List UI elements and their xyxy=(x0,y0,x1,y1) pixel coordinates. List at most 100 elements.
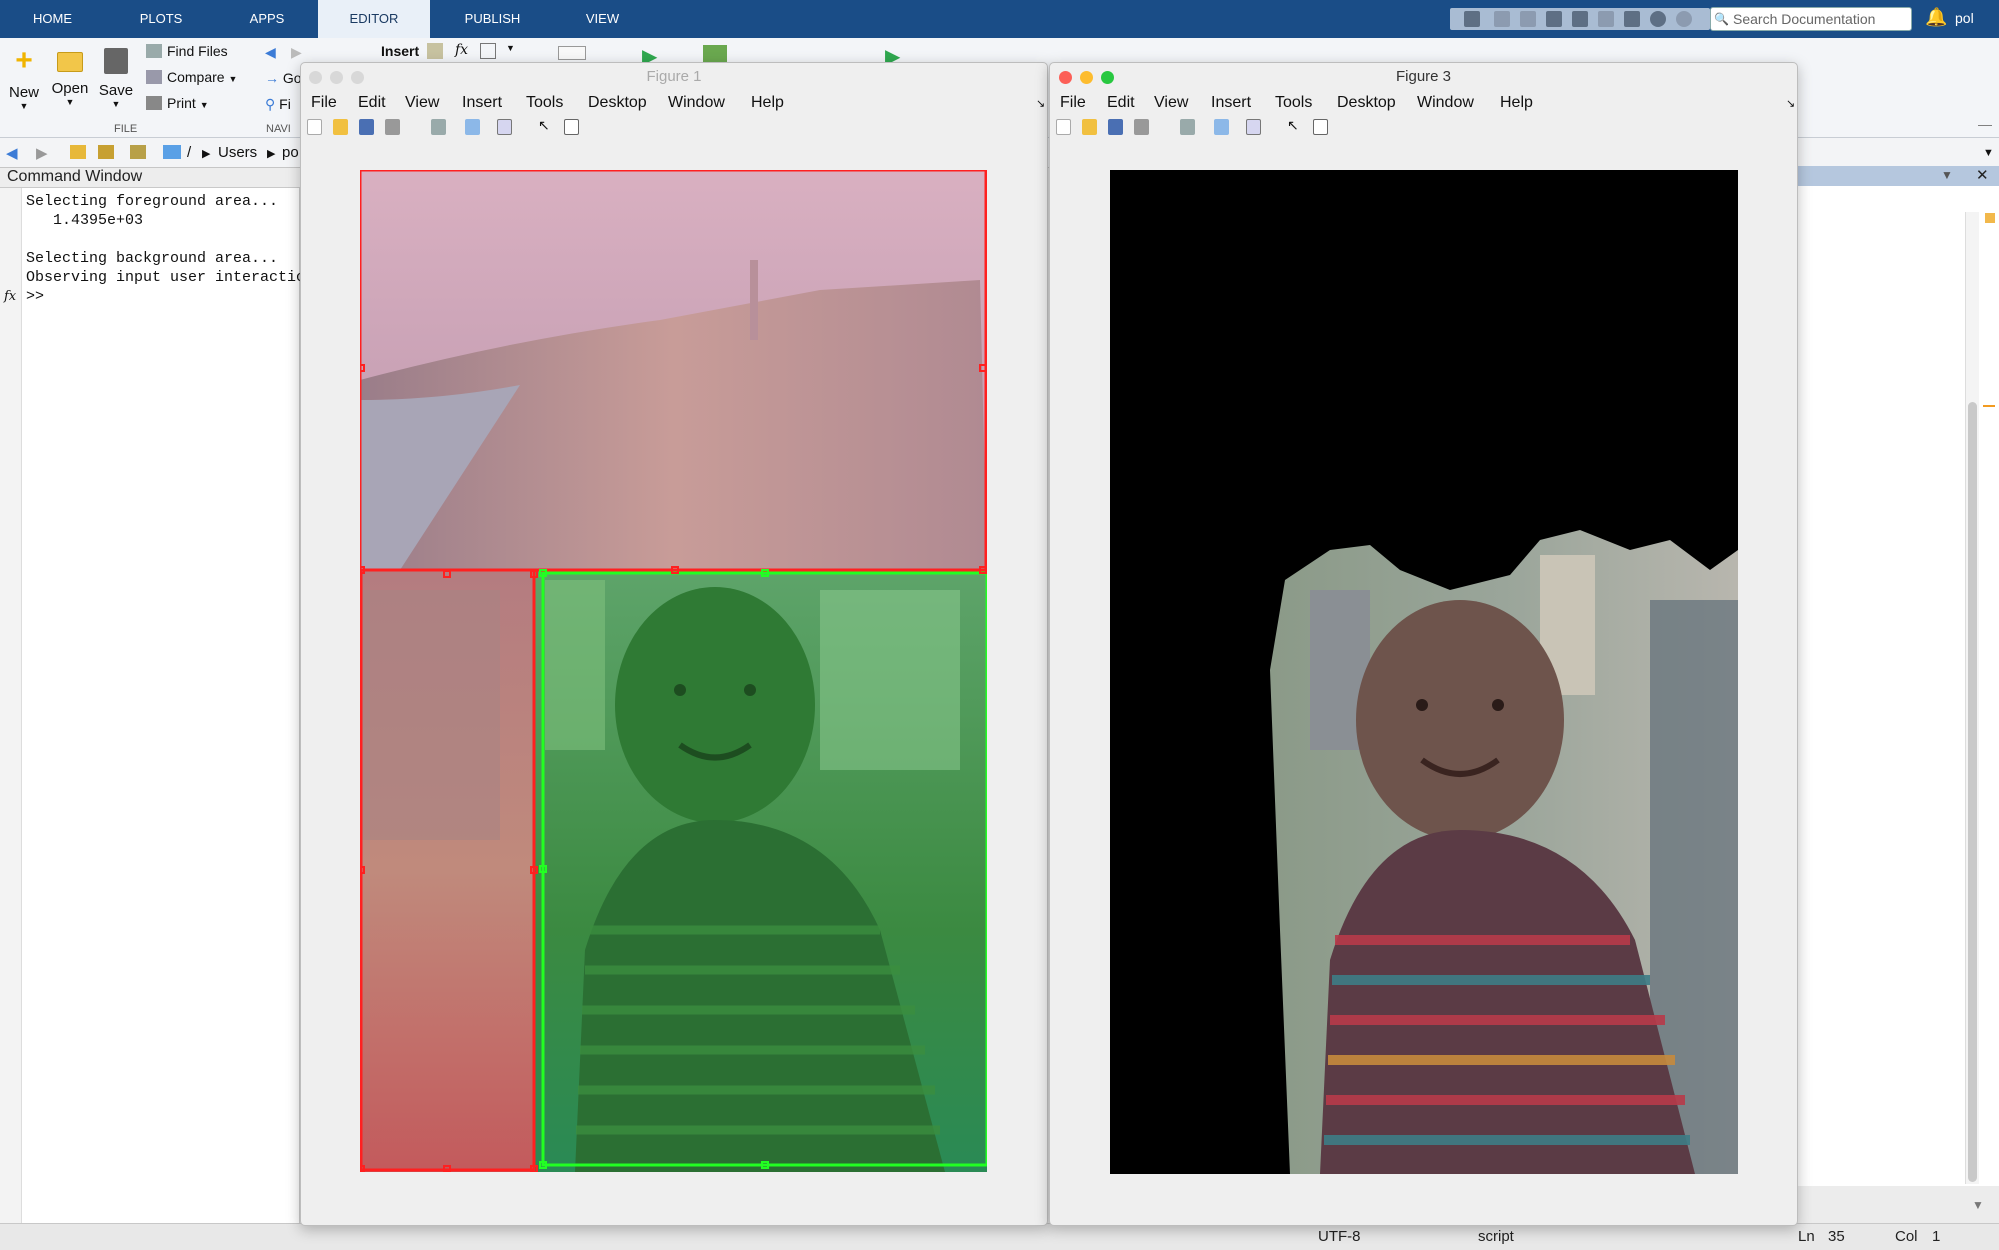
close-window-icon[interactable] xyxy=(309,71,322,84)
back-arrow-icon[interactable]: ◀ xyxy=(265,44,276,61)
search-folder-icon[interactable] xyxy=(130,145,146,159)
scroll-down-icon[interactable]: ▼ xyxy=(1972,1198,1984,1212)
menu-insert[interactable]: Insert xyxy=(462,94,502,112)
paste-icon[interactable] xyxy=(1546,11,1562,27)
open-file-icon[interactable] xyxy=(333,119,348,135)
forward-arrow-icon[interactable]: ▶ xyxy=(291,44,302,61)
go-to-button[interactable]: → Go xyxy=(265,70,302,86)
close-window-icon[interactable] xyxy=(1059,71,1072,84)
tab-plots[interactable]: PLOTS xyxy=(105,0,217,38)
minimize-window-icon[interactable] xyxy=(330,71,343,84)
menu-view[interactable]: View xyxy=(1154,94,1188,112)
forward-icon[interactable]: ▶ xyxy=(36,144,48,162)
menu-view[interactable]: View xyxy=(405,94,439,112)
save-button[interactable]: Save ▼ xyxy=(98,46,134,109)
menu-help[interactable]: Help xyxy=(751,94,784,112)
save-figure-icon[interactable] xyxy=(1108,119,1123,135)
colorbar-icon[interactable] xyxy=(1214,119,1229,135)
menu-desktop[interactable]: Desktop xyxy=(588,94,647,112)
menu-insert[interactable]: Insert xyxy=(1211,94,1251,112)
chevron-down-icon[interactable]: ▼ xyxy=(1983,147,1994,159)
user-menu[interactable]: pol xyxy=(1955,10,1974,26)
comment-icon[interactable] xyxy=(480,43,496,59)
minimize-window-icon[interactable] xyxy=(1080,71,1093,84)
dock-arrow-icon[interactable]: ↘ xyxy=(1036,97,1045,110)
collapse-ribbon-icon[interactable]: ― xyxy=(1978,116,1992,132)
colorbar-icon[interactable] xyxy=(465,119,480,135)
dock-arrow-icon[interactable]: ↘ xyxy=(1786,97,1795,110)
tab-view[interactable]: VIEW xyxy=(555,0,650,38)
copy-icon[interactable] xyxy=(1520,11,1536,27)
menu-edit[interactable]: Edit xyxy=(1107,94,1135,112)
notification-bell-icon[interactable]: 🔔 xyxy=(1925,7,1947,28)
search-documentation-input[interactable]: Search Documentation xyxy=(1710,7,1912,31)
insert-function-icon[interactable]: fx xyxy=(455,42,468,58)
insert-button[interactable]: Insert xyxy=(381,43,419,59)
edit-plot-cursor-icon[interactable]: ↖ xyxy=(1287,117,1302,133)
print-button[interactable]: Print ▼ xyxy=(146,95,209,111)
figure-3-window[interactable]: Figure 3 File Edit View Insert Tools Des… xyxy=(1049,62,1798,1226)
segmented-foreground-image[interactable] xyxy=(1110,170,1738,1174)
panel-options-icon[interactable]: ▼ xyxy=(1941,168,1953,182)
link-plot-icon[interactable] xyxy=(431,119,446,135)
switch-windows-icon[interactable] xyxy=(1624,11,1640,27)
tab-editor[interactable]: EDITOR xyxy=(318,0,430,38)
find-button[interactable]: ⚲ Fi xyxy=(265,96,291,113)
link-plot-icon[interactable] xyxy=(1180,119,1195,135)
print-figure-icon[interactable] xyxy=(1134,119,1149,135)
find-files-button[interactable]: Find Files xyxy=(146,43,228,59)
menu-tools[interactable]: Tools xyxy=(526,94,563,112)
open-button[interactable]: Open ▼ xyxy=(50,46,90,107)
options-icon[interactable] xyxy=(1676,11,1692,27)
path-current[interactable]: po xyxy=(282,144,299,161)
save-icon[interactable] xyxy=(1464,11,1480,27)
edit-plot-cursor-icon[interactable]: ↖ xyxy=(538,117,553,133)
up-folder-icon[interactable] xyxy=(70,145,86,159)
property-inspector-icon[interactable] xyxy=(1313,119,1328,135)
command-window[interactable]: fx Selecting foreground area... 1.4395e+… xyxy=(0,188,301,1223)
fx-icon[interactable]: fx xyxy=(4,289,16,304)
figure-1-image-axes[interactable] xyxy=(360,170,987,1172)
new-button[interactable]: + New ▼ xyxy=(6,46,42,112)
undo-icon[interactable] xyxy=(1572,11,1588,27)
menu-file[interactable]: File xyxy=(1060,94,1086,112)
maximize-window-icon[interactable] xyxy=(1101,71,1114,84)
menu-file[interactable]: File xyxy=(311,94,337,112)
figure-1-window[interactable]: Figure 1 File Edit View Insert Tools Des… xyxy=(300,62,1048,1226)
back-icon[interactable]: ◀ xyxy=(6,144,18,162)
roi-overlay-image[interactable] xyxy=(360,170,987,1172)
new-figure-icon[interactable] xyxy=(307,119,322,135)
menu-edit[interactable]: Edit xyxy=(358,94,386,112)
redo-icon[interactable] xyxy=(1598,11,1614,27)
cut-icon[interactable] xyxy=(1494,11,1510,27)
maximize-window-icon[interactable] xyxy=(351,71,364,84)
menu-window[interactable]: Window xyxy=(668,94,725,112)
tab-home[interactable]: HOME xyxy=(0,0,105,38)
legend-icon[interactable] xyxy=(1246,119,1261,135)
figure-3-segmented-image[interactable] xyxy=(1110,170,1738,1174)
insert-section-icon[interactable] xyxy=(427,43,443,59)
property-inspector-icon[interactable] xyxy=(564,119,579,135)
path-users[interactable]: Users xyxy=(218,144,257,161)
menu-desktop[interactable]: Desktop xyxy=(1337,94,1396,112)
save-figure-icon[interactable] xyxy=(359,119,374,135)
tab-publish[interactable]: PUBLISH xyxy=(430,0,555,38)
path-root[interactable]: / xyxy=(187,144,191,161)
menu-help[interactable]: Help xyxy=(1500,94,1533,112)
close-icon[interactable]: ✕ xyxy=(1976,166,1989,184)
menu-tools[interactable]: Tools xyxy=(1275,94,1312,112)
dropdown-arrow-icon[interactable]: ▼ xyxy=(506,43,515,53)
tab-apps[interactable]: APPS xyxy=(217,0,317,38)
vertical-scrollbar[interactable] xyxy=(1965,212,1979,1184)
compare-button[interactable]: Compare ▼ xyxy=(146,69,237,85)
legend-icon[interactable] xyxy=(497,119,512,135)
open-file-icon[interactable] xyxy=(1082,119,1097,135)
browse-folder-icon[interactable] xyxy=(98,145,114,159)
new-figure-icon[interactable] xyxy=(1056,119,1071,135)
scrollbar-thumb[interactable] xyxy=(1968,402,1977,1182)
help-icon[interactable] xyxy=(1650,11,1666,27)
run-section-icon[interactable] xyxy=(703,45,727,63)
print-figure-icon[interactable] xyxy=(385,119,400,135)
breakpoints-icon[interactable] xyxy=(558,46,586,60)
menu-window[interactable]: Window xyxy=(1417,94,1474,112)
